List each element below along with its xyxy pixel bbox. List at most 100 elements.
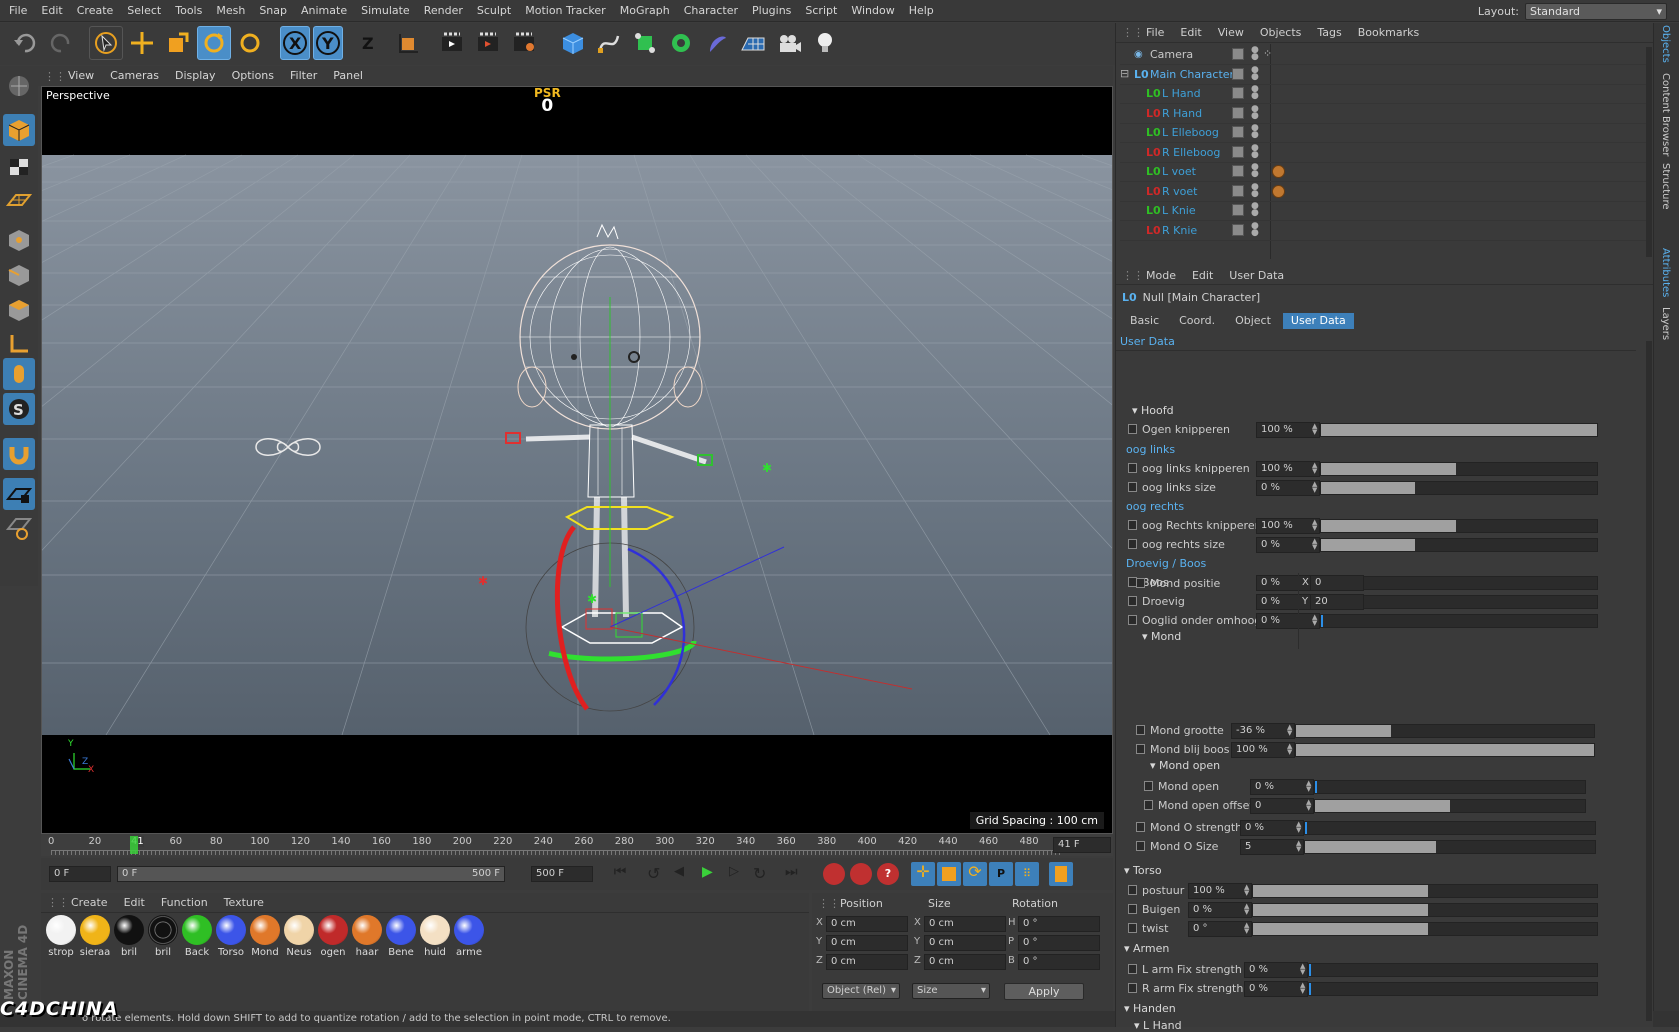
value-field[interactable]: 0 %: [1240, 820, 1304, 836]
material-swatch[interactable]: Back: [181, 915, 213, 958]
value-slider[interactable]: [1252, 903, 1598, 917]
rotation-field[interactable]: 0 °: [1018, 916, 1100, 932]
apply-button[interactable]: Apply: [1004, 983, 1084, 1000]
light-icon[interactable]: [808, 26, 842, 60]
keyframe-toggle[interactable]: [1128, 424, 1137, 434]
value-field[interactable]: 0 %: [1256, 537, 1320, 553]
ik-tag-icon[interactable]: [1272, 184, 1285, 198]
viewport-menu-panel[interactable]: Panel: [325, 66, 371, 86]
value-field[interactable]: 100 %: [1231, 742, 1295, 758]
group-mond-open[interactable]: ▾ Mond open: [1150, 759, 1220, 772]
value-slider[interactable]: [1252, 922, 1598, 936]
layer-dots[interactable]: ● ●: [1251, 202, 1259, 218]
spinner-icon[interactable]: ▲ ▼: [1300, 982, 1305, 995]
record-scale-icon[interactable]: [937, 862, 961, 886]
spinner-icon[interactable]: ▲ ▼: [1312, 423, 1317, 436]
object-row-r-elleboog[interactable]: L0 R Elleboog ● ●: [1120, 143, 1650, 163]
menu-plugins[interactable]: Plugins: [745, 0, 798, 22]
value-field[interactable]: 100 %: [1256, 518, 1320, 534]
spinner-icon[interactable]: ▲ ▼: [1244, 884, 1249, 897]
scale-icon[interactable]: [161, 26, 195, 60]
spinner-icon[interactable]: ▲ ▼: [1306, 780, 1311, 793]
value-slider[interactable]: [1295, 724, 1595, 738]
viewport-menu-display[interactable]: Display: [167, 66, 224, 86]
rotation-field[interactable]: 0 °: [1018, 935, 1100, 951]
texture-mode-icon[interactable]: [3, 150, 35, 182]
viewport-menu-view[interactable]: View: [60, 66, 102, 86]
value-field[interactable]: 100 %: [1188, 883, 1252, 899]
material-swatch[interactable]: Torso: [215, 915, 247, 958]
keyframe-toggle[interactable]: [1144, 800, 1153, 810]
undo-icon[interactable]: [8, 26, 42, 60]
keyframe-toggle[interactable]: [1136, 725, 1145, 735]
material-swatch[interactable]: Neus: [283, 915, 315, 958]
menu-mesh[interactable]: Mesh: [209, 0, 252, 22]
visibility-toggle[interactable]: [1232, 145, 1244, 158]
viewport-menu-cameras[interactable]: Cameras: [102, 66, 167, 86]
keyframe-toggle[interactable]: [1128, 983, 1137, 993]
spinner-icon[interactable]: ▲ ▼: [1244, 903, 1249, 916]
value-field[interactable]: 0 %: [1244, 981, 1308, 997]
previous-frame-icon[interactable]: ◀: [674, 864, 694, 884]
size-field[interactable]: 0 cm: [924, 954, 1006, 970]
menu-simulate[interactable]: Simulate: [354, 0, 417, 22]
layer-dots[interactable]: ● ●: [1251, 124, 1259, 140]
value-slider[interactable]: [1308, 963, 1598, 977]
keyframe-toggle[interactable]: [1136, 841, 1145, 851]
object-menu-edit[interactable]: Edit: [1172, 23, 1209, 43]
material-swatch[interactable]: ogen: [317, 915, 349, 958]
value-slider[interactable]: [1314, 799, 1586, 813]
value-slider[interactable]: [1320, 481, 1598, 495]
start-frame-field[interactable]: 0 F: [49, 866, 111, 882]
group-hoofd[interactable]: ▾ Hoofd: [1132, 404, 1174, 417]
spinner-icon[interactable]: ▲ ▼: [1300, 963, 1305, 976]
value-field[interactable]: 0 °: [1188, 921, 1252, 937]
side-tab-layers[interactable]: Layers: [1660, 307, 1671, 340]
value-field[interactable]: 100 %: [1256, 461, 1320, 477]
locked-workplane-icon[interactable]: [3, 478, 35, 510]
edges-mode-icon[interactable]: [3, 259, 35, 291]
spline-pen-icon[interactable]: [592, 26, 626, 60]
autokey-icon[interactable]: [850, 863, 872, 885]
layer-dots[interactable]: ● ●: [1251, 46, 1259, 62]
menu-motion-tracker[interactable]: Motion Tracker: [518, 0, 612, 22]
material-swatch[interactable]: bril: [113, 915, 145, 958]
material-swatch[interactable]: bril: [147, 915, 179, 958]
keyframe-toggle[interactable]: [1128, 463, 1137, 473]
menu-animate[interactable]: Animate: [294, 0, 354, 22]
visibility-toggle[interactable]: [1232, 48, 1244, 60]
size-mode-dropdown[interactable]: Size ▾: [912, 983, 990, 999]
attribute-scrollbar[interactable]: [1646, 341, 1652, 1021]
keyframe-toggle[interactable]: [1128, 482, 1137, 492]
play-icon[interactable]: ▶: [702, 864, 722, 884]
keyframe-toggle[interactable]: [1136, 578, 1145, 588]
material-swatch[interactable]: Mond: [249, 915, 281, 958]
layer-dots[interactable]: ● ●: [1251, 221, 1259, 237]
group-l-hand[interactable]: ▾ L Hand: [1134, 1019, 1182, 1032]
polygons-mode-icon[interactable]: [3, 294, 35, 326]
points-mode-icon[interactable]: [3, 224, 35, 256]
current-frame-field[interactable]: 41 F: [1053, 837, 1111, 853]
ik-tag-icon[interactable]: [1272, 165, 1285, 178]
material-swatch[interactable]: arme: [453, 915, 485, 958]
live-selection-icon[interactable]: [89, 26, 123, 60]
size-field[interactable]: 0 cm: [924, 935, 1006, 951]
record-rotation-icon[interactable]: ⟳: [963, 862, 987, 886]
object-row-l-knie[interactable]: L0 L Knie ● ●: [1120, 201, 1650, 221]
preview-range-slider[interactable]: 0 F 500 F: [117, 866, 505, 882]
object-row-r-hand[interactable]: L0 R Hand ● ●: [1120, 104, 1650, 124]
subdivision-surface-icon[interactable]: [628, 26, 662, 60]
value-slider[interactable]: [1320, 423, 1598, 437]
layer-dots[interactable]: ● ●: [1251, 143, 1259, 159]
timeline-ruler[interactable]: 0204160801001201401601802002202402602803…: [41, 834, 1113, 856]
value-slider[interactable]: [1295, 743, 1595, 757]
menu-render[interactable]: Render: [417, 0, 470, 22]
menu-create[interactable]: Create: [70, 0, 121, 22]
layer-dots[interactable]: ● ●: [1251, 163, 1259, 179]
object-menu-objects[interactable]: Objects: [1252, 23, 1310, 43]
value-field[interactable]: -36 %: [1231, 723, 1295, 739]
value-field[interactable]: 0 %: [1250, 779, 1314, 795]
next-key-icon[interactable]: ↻: [753, 864, 773, 884]
side-tab-content-browser[interactable]: Content Browser: [1660, 73, 1671, 156]
rotate-icon[interactable]: [197, 26, 231, 60]
